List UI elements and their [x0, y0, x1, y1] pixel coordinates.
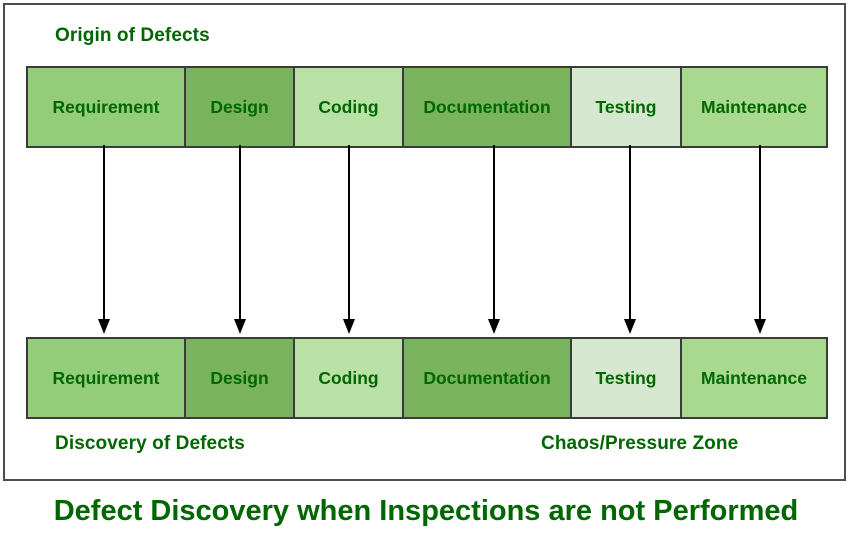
arrow-requirement	[97, 145, 111, 335]
arrow-head-icon	[343, 319, 355, 334]
origin-phase-row: Requirement Design Coding Documentation …	[26, 66, 836, 148]
origin-cell-requirement[interactable]: Requirement	[26, 66, 186, 148]
diagram-frame: Origin of Defects Requirement Design Cod…	[3, 3, 846, 481]
discovery-cell-testing-label: Testing	[595, 367, 657, 388]
arrow-testing	[623, 145, 637, 335]
origin-cell-coding-label: Coding	[318, 96, 379, 117]
diagram-canvas: Origin of Defects Requirement Design Cod…	[0, 0, 852, 557]
origin-cell-testing[interactable]: Testing	[570, 66, 682, 148]
discovery-cell-documentation-label: Documentation	[423, 367, 551, 388]
origin-cell-design-label: Design	[210, 96, 269, 117]
arrow-head-icon	[624, 319, 636, 334]
arrow-head-icon	[754, 319, 766, 334]
arrow-shaft	[493, 145, 495, 323]
arrow-coding	[342, 145, 356, 335]
arrow-shaft	[239, 145, 241, 323]
arrow-documentation	[487, 145, 501, 335]
origin-cell-documentation[interactable]: Documentation	[402, 66, 572, 148]
arrow-shaft	[759, 145, 761, 323]
arrow-shaft	[629, 145, 631, 323]
origin-cell-design[interactable]: Design	[184, 66, 295, 148]
discovery-cell-requirement-label: Requirement	[52, 367, 160, 388]
discovery-cell-design-label: Design	[210, 367, 269, 388]
figure-title: Defect Discovery when Inspections are no…	[53, 495, 799, 527]
arrow-design	[233, 145, 247, 335]
arrow-head-icon	[488, 319, 500, 334]
origin-of-defects-label: Origin of Defects	[55, 25, 210, 46]
arrow-head-icon	[98, 319, 110, 334]
origin-cell-requirement-label: Requirement	[52, 96, 160, 117]
origin-cell-maintenance[interactable]: Maintenance	[680, 66, 828, 148]
discovery-cell-coding[interactable]: Coding	[293, 337, 404, 419]
discovery-cell-design[interactable]: Design	[184, 337, 295, 419]
chaos-pressure-zone-label: Chaos/Pressure Zone	[541, 433, 739, 454]
discovery-of-defects-label: Discovery of Defects	[55, 433, 245, 454]
arrow-shaft	[103, 145, 105, 323]
origin-cell-testing-label: Testing	[595, 96, 657, 117]
origin-cell-coding[interactable]: Coding	[293, 66, 404, 148]
discovery-cell-maintenance-label: Maintenance	[701, 367, 807, 388]
discovery-cell-requirement[interactable]: Requirement	[26, 337, 186, 419]
arrow-maintenance	[753, 145, 767, 335]
discovery-cell-documentation[interactable]: Documentation	[402, 337, 572, 419]
discovery-cell-coding-label: Coding	[318, 367, 379, 388]
discovery-phase-row: Requirement Design Coding Documentation …	[26, 337, 836, 419]
arrow-head-icon	[234, 319, 246, 334]
discovery-cell-maintenance[interactable]: Maintenance	[680, 337, 828, 419]
discovery-cell-testing[interactable]: Testing	[570, 337, 682, 419]
origin-cell-documentation-label: Documentation	[423, 96, 551, 117]
arrow-shaft	[348, 145, 350, 323]
origin-cell-maintenance-label: Maintenance	[701, 96, 807, 117]
